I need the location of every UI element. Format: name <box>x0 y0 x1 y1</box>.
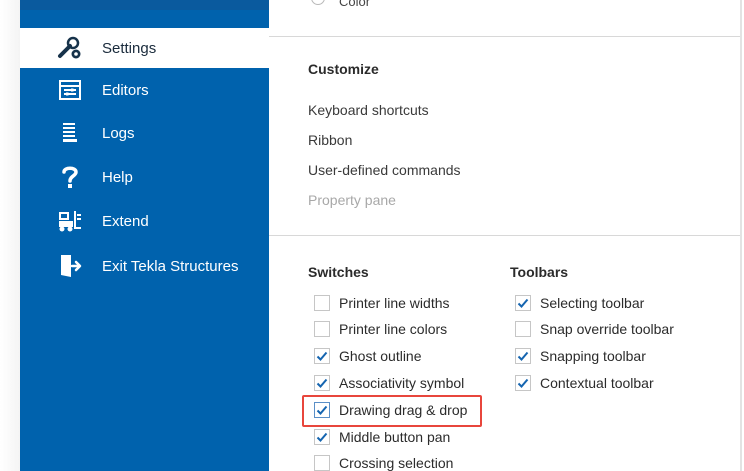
sidebar: Settings Editors Logs Help Extend Exit T… <box>20 0 269 471</box>
middle-button-pan-checkbox[interactable]: Middle button pan <box>314 426 450 448</box>
ghost-outline-checkbox[interactable]: Ghost outline <box>314 345 422 367</box>
switches-title: Switches <box>308 264 369 280</box>
toolbars-title: Toolbars <box>510 264 569 280</box>
ribbon-link[interactable]: Ribbon <box>308 132 352 148</box>
checkmark-icon <box>316 432 328 442</box>
checkbox-box <box>314 455 330 471</box>
checkbox-box <box>314 348 330 364</box>
crossing-selection-checkbox[interactable]: Crossing selection <box>314 452 453 471</box>
checkbox-label: Printer line colors <box>339 321 448 337</box>
color-radio-label: Color <box>339 0 371 9</box>
sidebar-item-exit[interactable]: Exit Tekla Structures <box>20 246 269 286</box>
highlight-box <box>302 395 482 427</box>
contextual-toolbar-checkbox[interactable]: Contextual toolbar <box>515 372 654 394</box>
checkmark-icon <box>316 378 328 388</box>
snapping-toolbar-checkbox[interactable]: Snapping toolbar <box>515 345 646 367</box>
customize-title: Customize <box>308 61 379 77</box>
sidebar-item-editors[interactable]: Editors <box>20 70 269 110</box>
checkmark-icon <box>517 351 529 361</box>
sidebar-item-label: Help <box>102 168 133 186</box>
associativity-symbol-checkbox[interactable]: Associativity symbol <box>314 372 464 394</box>
checkbox-box <box>515 348 531 364</box>
question-icon <box>56 163 84 191</box>
printer-line-widths-checkbox[interactable]: Printer line widths <box>314 292 450 314</box>
checkbox-box <box>515 295 531 311</box>
editors-icon <box>56 76 84 104</box>
checkmark-icon <box>517 378 529 388</box>
sidebar-item-label: Settings <box>102 39 157 57</box>
sidebar-item-label: Editors <box>102 81 149 99</box>
checkbox-label: Contextual toolbar <box>540 375 654 391</box>
user-defined-commands-link[interactable]: User-defined commands <box>308 162 461 178</box>
sidebar-item-extend[interactable]: Extend <box>20 201 269 241</box>
snap-override-toolbar-checkbox[interactable]: Snap override toolbar <box>515 318 674 340</box>
checkmark-icon <box>517 298 529 308</box>
checkbox-label: Middle button pan <box>339 429 451 445</box>
section-divider <box>269 36 740 37</box>
property-pane-link: Property pane <box>308 192 396 208</box>
exit-icon <box>56 252 84 280</box>
sidebar-item-label: Exit Tekla Structures <box>102 257 239 275</box>
sidebar-item-help[interactable]: Help <box>20 157 269 197</box>
checkmark-icon <box>316 351 328 361</box>
sidebar-item-label: Logs <box>102 124 135 142</box>
checkbox-label: Associativity symbol <box>339 375 465 391</box>
checkbox-box <box>314 295 330 311</box>
logs-icon <box>56 119 84 147</box>
checkbox-label: Ghost outline <box>339 348 422 364</box>
section-divider <box>269 235 740 236</box>
checkbox-label: Snapping toolbar <box>540 348 646 364</box>
sidebar-top-strip <box>20 0 269 10</box>
checkbox-label: Snap override toolbar <box>540 321 674 337</box>
sidebar-item-settings[interactable]: Settings <box>20 28 269 68</box>
printer-line-colors-checkbox[interactable]: Printer line colors <box>314 318 447 340</box>
checkbox-label: Printer line widths <box>339 295 450 311</box>
color-radio[interactable] <box>311 0 325 5</box>
checkbox-box <box>314 429 330 445</box>
left-gutter <box>0 0 20 471</box>
content-right-edge <box>740 0 742 471</box>
selecting-toolbar-checkbox[interactable]: Selecting toolbar <box>515 292 644 314</box>
sidebar-item-label: Extend <box>102 212 149 230</box>
checkbox-label: Crossing selection <box>339 455 454 471</box>
checkbox-box <box>314 375 330 391</box>
keyboard-shortcuts-link[interactable]: Keyboard shortcuts <box>308 102 429 118</box>
checkbox-label: Selecting toolbar <box>540 295 645 311</box>
checkbox-box <box>515 375 531 391</box>
checkbox-box <box>515 321 531 337</box>
wrench-gear-icon <box>56 34 84 62</box>
checkbox-box <box>314 321 330 337</box>
extend-icon <box>56 207 84 235</box>
sidebar-item-logs[interactable]: Logs <box>20 113 269 153</box>
